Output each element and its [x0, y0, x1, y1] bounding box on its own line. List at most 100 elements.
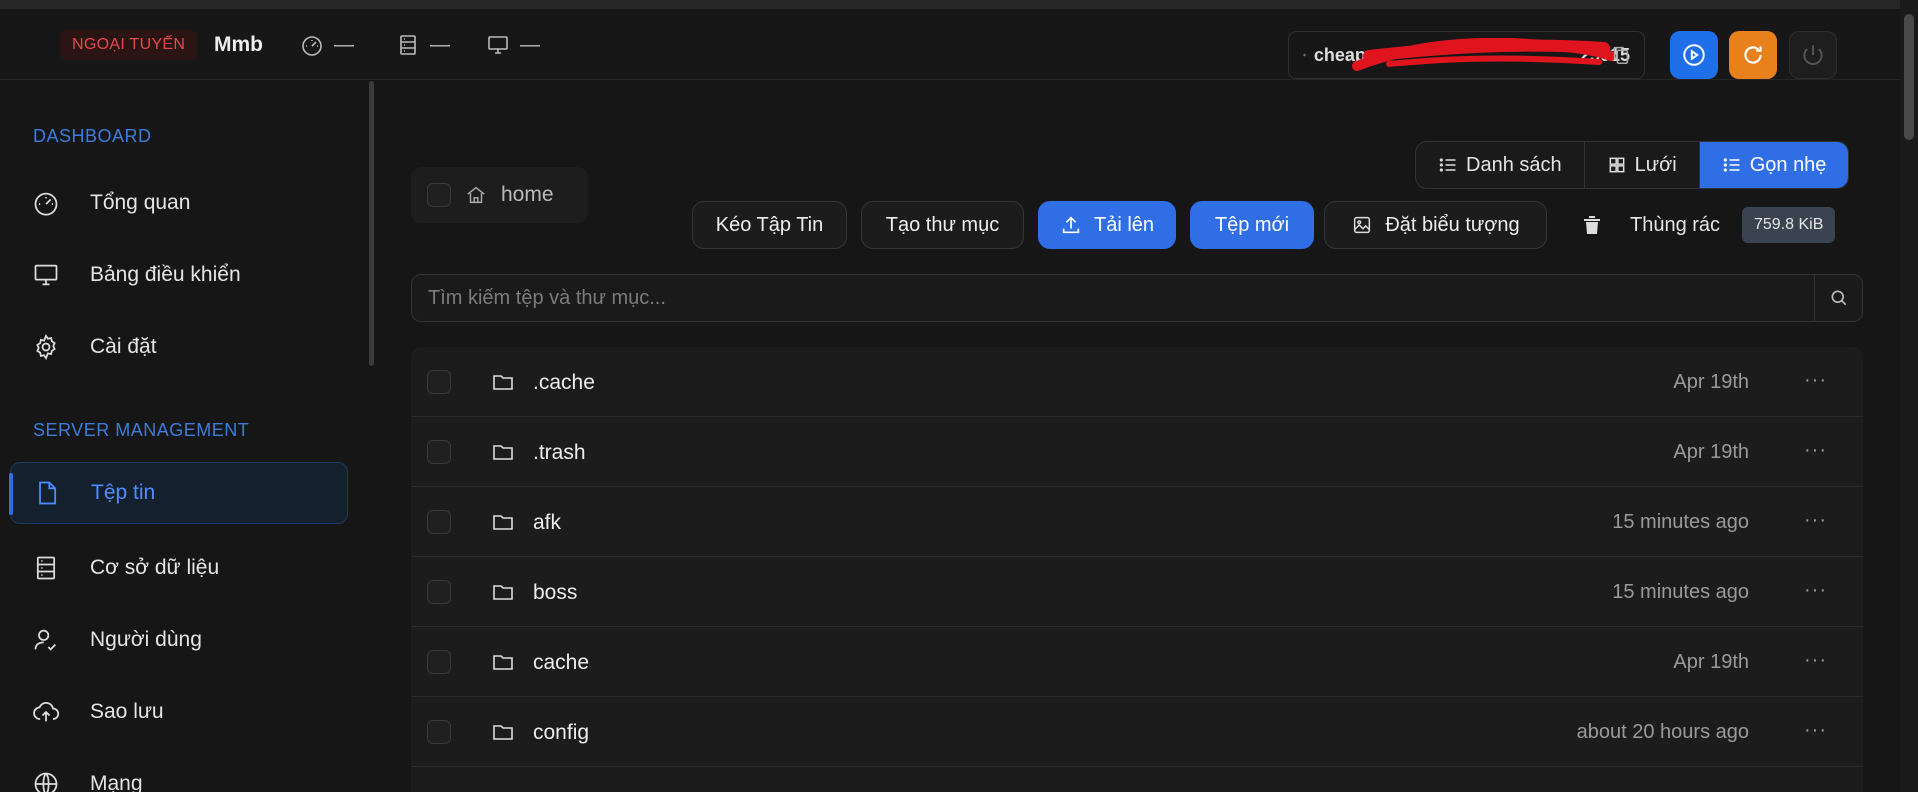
- row-checkbox[interactable]: [427, 580, 451, 604]
- sidebar-item-databases[interactable]: Cơ sở dữ liệu: [10, 537, 348, 599]
- home-icon[interactable]: [465, 184, 487, 206]
- file-date: Apr 19th: [1673, 651, 1749, 673]
- file-list: .cache Apr 19th ··· .trash Apr 19th ··· …: [411, 347, 1863, 792]
- more-actions-icon[interactable]: ···: [1804, 369, 1827, 392]
- sidebar-item-users[interactable]: Người dùng: [10, 609, 348, 671]
- file-name[interactable]: .trash: [533, 441, 586, 465]
- trash-icon: [1584, 216, 1600, 234]
- file-date: Apr 19th: [1673, 441, 1749, 463]
- search-icon: [1831, 290, 1846, 306]
- sidebar-item-label: Người dùng: [90, 628, 202, 651]
- play-circle-icon: [1683, 44, 1705, 66]
- file-name[interactable]: afk: [533, 511, 561, 535]
- set-icon-button[interactable]: Đặt biểu tượng: [1324, 201, 1547, 249]
- breadcrumb-home[interactable]: home: [501, 183, 554, 207]
- view-compact-button[interactable]: Gọn nhẹ: [1699, 142, 1849, 188]
- file-row[interactable]: .cache Apr 19th ···: [411, 347, 1863, 417]
- server-section-label: SERVER MANAGEMENT: [33, 420, 250, 440]
- cpu-value: —: [334, 33, 354, 56]
- refresh-icon: [1744, 46, 1762, 64]
- server-name: Mmb: [214, 33, 263, 56]
- trash-label: Thùng rác: [1630, 213, 1721, 236]
- monitor-icon: [488, 36, 508, 54]
- top-bar: NGOẠI TUYẾN Mmb — — — cheap 25015: [0, 0, 1900, 80]
- search-button[interactable]: [1814, 275, 1862, 321]
- sidebar-item-label: Mạng: [90, 772, 143, 792]
- view-grid-button[interactable]: Lưới: [1585, 142, 1700, 188]
- folder-icon: [493, 375, 513, 390]
- globe-icon: [34, 772, 58, 792]
- row-checkbox[interactable]: [427, 440, 451, 464]
- row-checkbox[interactable]: [427, 720, 451, 744]
- folder-icon: [493, 585, 513, 600]
- cloud-upload-icon: [33, 701, 60, 722]
- new-file-button[interactable]: Tệp mới: [1190, 201, 1314, 249]
- search-input[interactable]: [412, 275, 1812, 321]
- file-row[interactable]: cache Apr 19th ···: [411, 627, 1863, 697]
- new-folder-button[interactable]: Tạo thư mục: [861, 201, 1024, 249]
- sidebar-item-console[interactable]: Bảng điều khiển: [10, 244, 348, 306]
- sidebar-item-label: Cài đặt: [90, 335, 157, 358]
- sidebar: DASHBOARD Tổng quan Bảng điều khiển Cài …: [0, 81, 376, 792]
- folder-icon: [493, 515, 513, 530]
- file-icon: [39, 481, 57, 505]
- gauge-icon: [34, 192, 58, 216]
- sidebar-item-network[interactable]: Mạng: [10, 753, 348, 792]
- view-grid-label: Lưới: [1634, 153, 1677, 176]
- more-actions-icon[interactable]: ···: [1804, 579, 1827, 602]
- file-name[interactable]: cache: [533, 651, 589, 675]
- more-actions-icon[interactable]: ···: [1804, 719, 1827, 742]
- row-checkbox[interactable]: [427, 510, 451, 534]
- image-icon: [1354, 216, 1371, 234]
- memory-value: —: [430, 33, 450, 56]
- server-address[interactable]: cheap 25015: [1288, 31, 1645, 79]
- sidebar-item-settings[interactable]: Cài đặt: [10, 316, 348, 378]
- file-date: 15 minutes ago: [1612, 581, 1749, 603]
- folder-icon: [493, 655, 513, 670]
- sidebar-item-files[interactable]: Tệp tin: [9, 462, 348, 524]
- sidebar-item-label: Cơ sở dữ liệu: [90, 556, 220, 579]
- list-icon: [1439, 158, 1456, 172]
- sidebar-item-overview[interactable]: Tổng quan: [10, 172, 348, 234]
- disk-usage-badge: 759.8 KiB: [1742, 207, 1836, 243]
- sidebar-item-backups[interactable]: Sao lưu: [10, 681, 348, 743]
- scrollbar-thumb[interactable]: [1904, 14, 1914, 140]
- disk-value: —: [520, 33, 540, 56]
- trash-button[interactable]: Thùng rác: [1580, 213, 1720, 237]
- folder-icon: [493, 445, 513, 460]
- dashboard-section-label: DASHBOARD: [33, 126, 152, 146]
- sidebar-item-label: Bảng điều khiển: [90, 263, 241, 286]
- copy-icon[interactable]: [1610, 44, 1632, 66]
- more-actions-icon[interactable]: ···: [1804, 439, 1827, 462]
- upload-button[interactable]: Tải lên: [1038, 201, 1176, 249]
- row-checkbox[interactable]: [427, 650, 451, 674]
- file-date: about 20 hours ago: [1576, 721, 1749, 743]
- pull-file-button[interactable]: Kéo Tập Tin: [692, 201, 847, 249]
- start-button[interactable]: [1670, 31, 1718, 79]
- upload-label: Tải lên: [1093, 213, 1155, 236]
- restart-button[interactable]: [1729, 31, 1777, 79]
- sidebar-scrollbar[interactable]: [369, 81, 374, 366]
- database-icon: [36, 556, 56, 580]
- status-badge: NGOẠI TUYẾN: [60, 30, 198, 60]
- file-name[interactable]: .cache: [533, 371, 595, 395]
- sidebar-item-label: Sao lưu: [90, 700, 164, 723]
- gauge-icon: [302, 36, 322, 56]
- grid-icon: [1609, 157, 1625, 173]
- stop-button[interactable]: [1789, 31, 1837, 79]
- file-row[interactable]: boss 15 minutes ago ···: [411, 557, 1863, 627]
- file-name[interactable]: boss: [533, 581, 577, 605]
- file-name[interactable]: config: [533, 721, 589, 745]
- view-list-button[interactable]: Danh sách: [1416, 142, 1585, 188]
- more-actions-icon[interactable]: ···: [1804, 649, 1827, 672]
- breadcrumb: home: [411, 167, 588, 223]
- server-icon: [400, 35, 416, 55]
- file-row[interactable]: config about 20 hours ago ···: [411, 697, 1863, 767]
- set-icon-label: Đặt biểu tượng: [1385, 213, 1520, 236]
- file-row[interactable]: afk 15 minutes ago ···: [411, 487, 1863, 557]
- row-checkbox[interactable]: [427, 370, 451, 394]
- page-scrollbar[interactable]: [1900, 0, 1918, 792]
- select-all-checkbox[interactable]: [427, 183, 451, 207]
- more-actions-icon[interactable]: ···: [1804, 509, 1827, 532]
- file-row[interactable]: .trash Apr 19th ···: [411, 417, 1863, 487]
